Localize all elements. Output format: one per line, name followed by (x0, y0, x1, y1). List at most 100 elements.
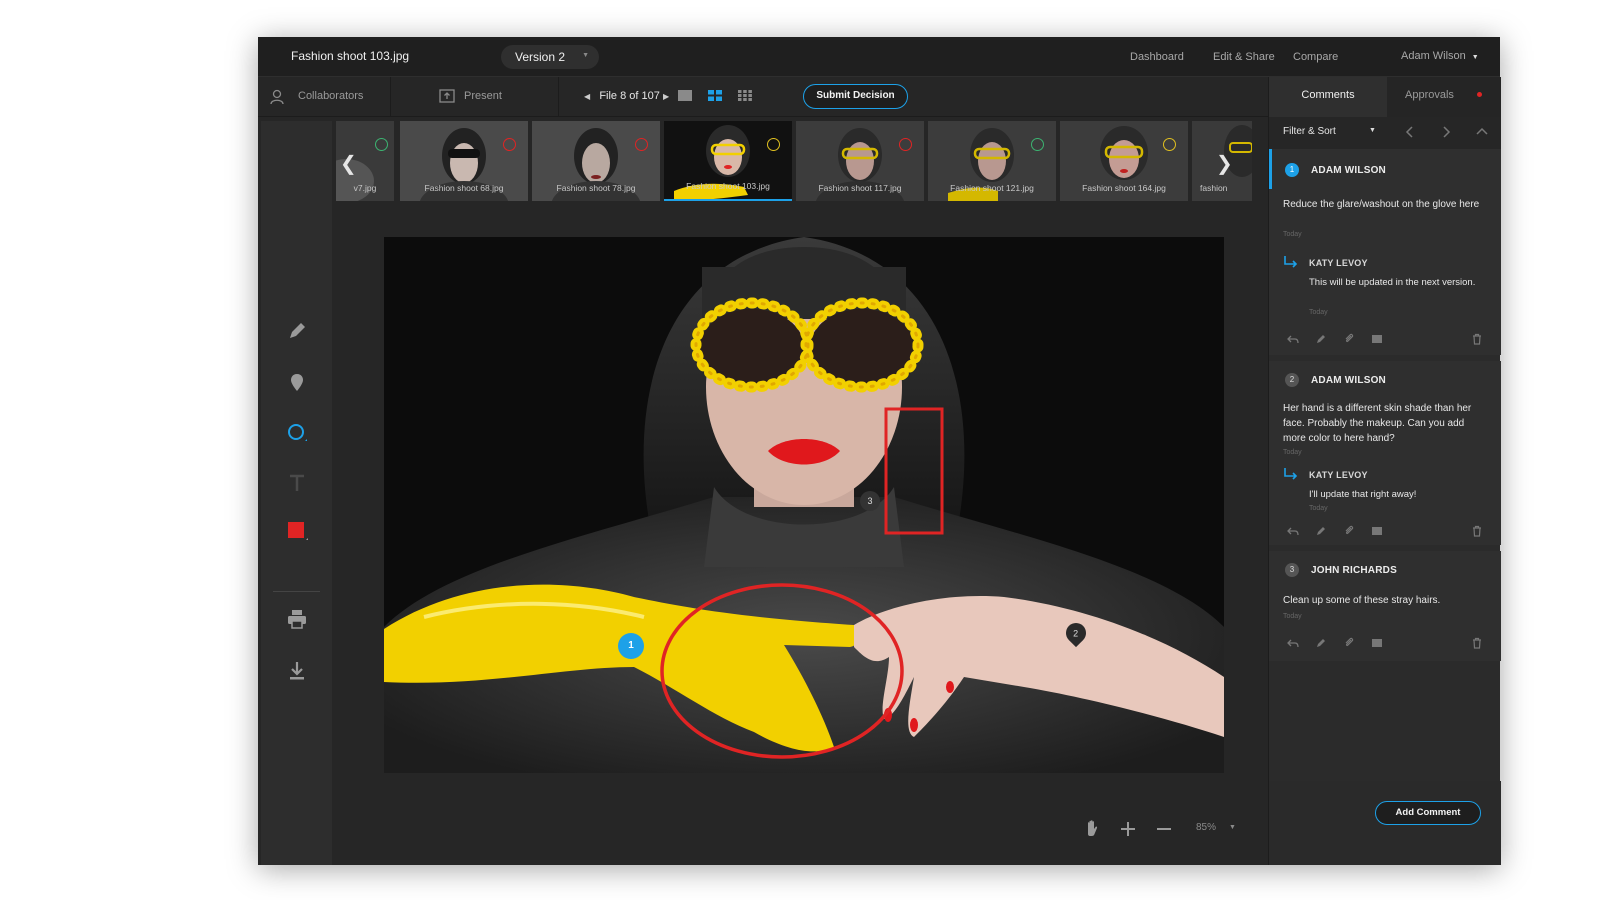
zoom-level[interactable]: 85% (1196, 822, 1216, 833)
annotation-toolbar (261, 121, 332, 865)
reply-arrow-icon (1284, 256, 1298, 268)
tab-approvals[interactable]: Approvals (1387, 77, 1501, 117)
rejected-status-icon (503, 138, 516, 151)
filmstrip-thumbnail[interactable]: Fashion shoot 117.jpg (796, 121, 924, 201)
toolbar-divider (558, 77, 559, 117)
hand-tool-icon[interactable] (1084, 819, 1100, 837)
zoom-out-icon[interactable] (1156, 821, 1172, 837)
attachment-icon[interactable] (1343, 333, 1355, 345)
reply-time: Today (1309, 505, 1328, 512)
previous-comment-icon[interactable] (1405, 125, 1415, 139)
nav-edit-share[interactable]: Edit & Share (1213, 51, 1275, 63)
comment-thread[interactable]: 2 ADAM WILSON Her hand is a different sk… (1269, 361, 1501, 545)
thumbnail-label: Fashion shoot 164.jpg (1082, 183, 1166, 193)
proofing-app-window: Fashion shoot 103.jpg Version 2 ▼ Dashbo… (258, 37, 1501, 865)
nav-dashboard[interactable]: Dashboard (1130, 51, 1184, 63)
comment-time: Today (1283, 231, 1302, 238)
comment-number: 3 (1285, 563, 1299, 577)
reply-arrow-icon (1284, 468, 1298, 480)
download-icon[interactable] (285, 659, 309, 683)
file-position: File 8 of 107 (599, 90, 660, 102)
reply-icon[interactable] (1287, 637, 1299, 649)
edit-icon[interactable] (1315, 333, 1327, 345)
thumbnail-label: Fashion shoot 121.jpg (950, 183, 1034, 193)
comment-number: 1 (1285, 163, 1299, 177)
file-navigator: ◀ File 8 of 107 ▶ (584, 90, 669, 102)
comment-thread[interactable]: 1 ADAM WILSON Reduce the glare/washout o… (1269, 149, 1501, 355)
approved-status-icon (375, 138, 388, 151)
filter-bar: Filter & Sort ▼ (1269, 117, 1501, 149)
filmstrip-thumbnail[interactable]: Fashion shoot 121.jpg (928, 121, 1056, 201)
reply-icon[interactable] (1287, 333, 1299, 345)
chevron-down-icon: ▼ (1471, 54, 1479, 61)
reply-time: Today (1309, 309, 1328, 316)
filmstrip-thumbnail[interactable]: Fashion shoot 164.jpg (1060, 121, 1188, 201)
edit-icon[interactable] (1315, 525, 1327, 537)
ellipse-tool-icon[interactable] (285, 421, 309, 445)
pending-status-icon (1163, 138, 1176, 151)
edit-icon[interactable] (1315, 637, 1327, 649)
trash-icon[interactable] (1471, 525, 1483, 537)
filmstrip: v7.jpg Fashion shoot 68.jpg Fashion shoo… (336, 121, 1264, 203)
collapse-icon[interactable] (1475, 125, 1489, 139)
next-comment-icon[interactable] (1441, 125, 1451, 139)
zoom-controls: 85% ▼ (1084, 817, 1264, 841)
tab-comments[interactable]: Comments (1269, 77, 1387, 117)
single-view-icon[interactable] (678, 90, 692, 101)
grid-view-icon[interactable] (738, 90, 752, 101)
annotation-marker-3[interactable]: 3 (860, 491, 880, 511)
attachment-icon[interactable] (1343, 637, 1355, 649)
pending-status-icon (767, 138, 780, 151)
comments-panel: Comments Approvals Filter & Sort ▼ 1 ADA… (1268, 77, 1501, 865)
chevron-down-icon[interactable]: ▼ (1369, 127, 1376, 134)
image-canvas[interactable]: 1 2 3 (384, 237, 1224, 773)
nav-compare[interactable]: Compare (1293, 51, 1338, 63)
marker-number: 2 (1073, 628, 1079, 639)
present-icon (439, 89, 455, 103)
filmstrip-thumbnail[interactable]: Fashion shoot 68.jpg (400, 121, 528, 201)
prev-file-icon[interactable]: ◀ (584, 92, 590, 101)
pin-icon[interactable] (285, 371, 309, 395)
version-dropdown[interactable]: Version 2 ▼ (501, 45, 599, 69)
marker-number: 1 (628, 640, 634, 651)
image-icon[interactable] (1371, 525, 1383, 537)
panel-tabs: Comments Approvals (1269, 77, 1501, 117)
filmstrip-thumbnail-selected[interactable]: Fashion shoot 103.jpg (664, 121, 792, 201)
chevron-down-icon[interactable]: ▼ (1229, 824, 1236, 831)
filmstrip-next-icon[interactable]: ❯ (1216, 151, 1233, 176)
comment-author: ADAM WILSON (1311, 375, 1386, 386)
pencil-icon[interactable] (285, 319, 309, 343)
collaborators-button[interactable]: Collaborators (298, 90, 363, 102)
comment-time: Today (1283, 613, 1302, 620)
top-bar: Fashion shoot 103.jpg Version 2 ▼ Dashbo… (258, 37, 1500, 77)
comment-number: 2 (1285, 373, 1299, 387)
annotation-marker-1[interactable]: 1 (618, 633, 644, 659)
present-button[interactable]: Present (464, 90, 502, 102)
text-tool-icon[interactable] (285, 471, 309, 495)
trash-icon[interactable] (1471, 333, 1483, 345)
zoom-in-icon[interactable] (1120, 821, 1136, 837)
add-comment-button[interactable]: Add Comment (1375, 801, 1481, 825)
chevron-down-icon: ▼ (582, 52, 589, 59)
user-menu[interactable]: Adam Wilson ▼ (1401, 50, 1479, 62)
comment-author: ADAM WILSON (1311, 165, 1386, 176)
marker-number: 3 (867, 496, 873, 506)
filmstrip-view-icon[interactable] (708, 90, 722, 101)
filter-sort-dropdown[interactable]: Filter & Sort (1283, 126, 1336, 137)
submit-decision-button[interactable]: Submit Decision (803, 84, 908, 109)
comment-actions (1287, 637, 1483, 649)
rejected-status-icon (635, 138, 648, 151)
image-icon[interactable] (1371, 637, 1383, 649)
filmstrip-thumbnail[interactable]: Fashion shoot 78.jpg (532, 121, 660, 201)
attachment-icon[interactable] (1343, 525, 1355, 537)
color-swatch-icon[interactable] (285, 519, 309, 543)
reply-icon[interactable] (1287, 525, 1299, 537)
image-icon[interactable] (1371, 333, 1383, 345)
comment-thread[interactable]: 3 JOHN RICHARDS Clean up some of these s… (1269, 551, 1501, 661)
next-file-icon[interactable]: ▶ (663, 92, 669, 101)
filmstrip-prev-icon[interactable]: ❮ (340, 151, 357, 176)
print-icon[interactable] (285, 607, 309, 631)
trash-icon[interactable] (1471, 637, 1483, 649)
reply-author: KATY LEVOY (1309, 258, 1368, 268)
rejected-status-icon (899, 138, 912, 151)
